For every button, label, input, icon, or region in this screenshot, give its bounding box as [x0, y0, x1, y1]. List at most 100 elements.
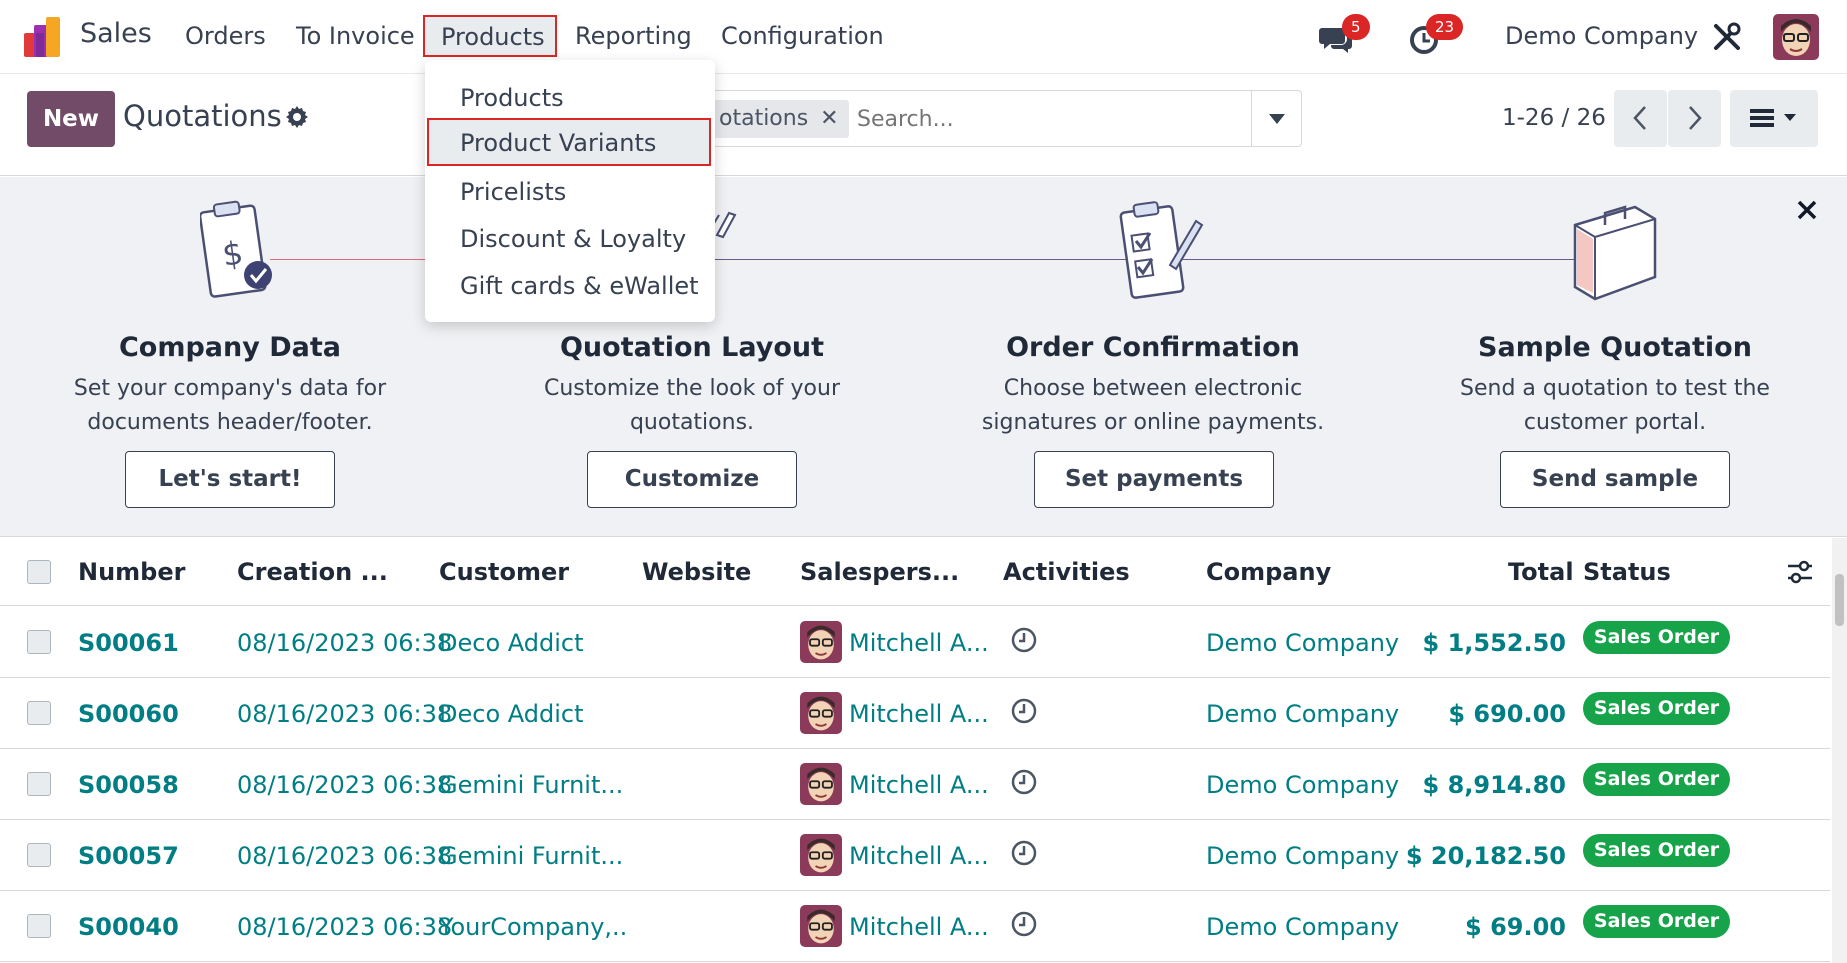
status-badge: Sales Order: [1583, 905, 1730, 938]
send-sample-button[interactable]: Send sample: [1500, 451, 1730, 508]
app-name[interactable]: Sales: [80, 18, 152, 49]
table-row[interactable]: S00061 08/16/2023 06:38 Deco Addict Mitchel…: [0, 607, 1830, 678]
tools-icon[interactable]: [1712, 22, 1742, 52]
cell-creation-date[interactable]: 08/16/2023 06:38: [237, 771, 452, 799]
nav-configuration[interactable]: Configuration: [721, 22, 884, 50]
scrollbar-thumb[interactable]: [1835, 574, 1844, 626]
nav-to-invoice[interactable]: To Invoice: [296, 22, 415, 50]
cell-creation-date[interactable]: 08/16/2023 06:38: [237, 700, 452, 728]
cell-number[interactable]: S00061: [78, 629, 179, 657]
optional-columns-icon[interactable]: [1786, 558, 1814, 586]
activity-button[interactable]: [1010, 626, 1038, 654]
cell-creation-date[interactable]: 08/16/2023 06:38: [237, 629, 452, 657]
table-row[interactable]: S00040 08/16/2023 06:38 YourCompany,... Mit…: [0, 891, 1830, 962]
menu-item-products[interactable]: Products: [460, 84, 564, 112]
menu-item-gift-cards[interactable]: Gift cards & eWallet: [460, 272, 699, 300]
cell-company[interactable]: Demo Company: [1206, 842, 1399, 870]
row-checkbox[interactable]: [27, 914, 51, 938]
close-icon[interactable]: [1796, 199, 1818, 221]
table-row[interactable]: S00058 08/16/2023 06:38 Gemini Furnit... Mi…: [0, 749, 1830, 820]
nav-orders[interactable]: Orders: [185, 22, 266, 50]
filter-facet[interactable]: otations ✕: [707, 100, 849, 138]
chevron-right-icon: [1689, 106, 1702, 130]
cell-salesperson[interactable]: Mitchell A...: [849, 842, 989, 870]
cell-total[interactable]: $ 1,552.50: [1380, 629, 1566, 657]
column-salesperson[interactable]: Salespers...: [800, 558, 959, 586]
cell-customer[interactable]: Gemini Furnit...: [439, 771, 629, 799]
customize-button[interactable]: Customize: [587, 451, 797, 508]
column-website[interactable]: Website: [642, 558, 751, 586]
activity-button[interactable]: [1010, 910, 1038, 938]
cell-number[interactable]: S00060: [78, 700, 179, 728]
menu-item-discount-loyalty[interactable]: Discount & Loyalty: [460, 225, 686, 253]
cell-number[interactable]: S00058: [78, 771, 179, 799]
column-status[interactable]: Status: [1583, 558, 1671, 586]
cell-company[interactable]: Demo Company: [1206, 913, 1399, 941]
activity-button[interactable]: [1010, 839, 1038, 867]
salesperson-avatar: [800, 905, 842, 947]
cell-total[interactable]: $ 690.00: [1380, 700, 1566, 728]
activities-button[interactable]: 23: [1408, 14, 1464, 58]
filter-facet-label: otations: [719, 106, 809, 131]
cell-total[interactable]: $ 8,914.80: [1380, 771, 1566, 799]
activity-button[interactable]: [1010, 768, 1038, 796]
set-payments-button[interactable]: Set payments: [1034, 451, 1274, 508]
cell-total[interactable]: $ 69.00: [1380, 913, 1566, 941]
remove-facet-icon[interactable]: ✕: [820, 106, 838, 131]
column-company[interactable]: Company: [1206, 558, 1331, 586]
cell-salesperson[interactable]: Mitchell A...: [849, 700, 989, 728]
cell-customer[interactable]: YourCompany,...: [439, 913, 629, 941]
menu-item-product-variants[interactable]: Product Variants: [427, 118, 711, 166]
company-switcher[interactable]: Demo Company: [1505, 22, 1698, 50]
cell-salesperson[interactable]: Mitchell A...: [849, 771, 989, 799]
select-all-checkbox[interactable]: [27, 560, 51, 584]
cell-company[interactable]: Demo Company: [1206, 629, 1399, 657]
column-number[interactable]: Number: [78, 558, 185, 586]
user-avatar[interactable]: [1773, 14, 1819, 60]
search-options-toggle[interactable]: [1251, 91, 1301, 146]
activity-button[interactable]: [1010, 697, 1038, 725]
column-total[interactable]: Total: [1508, 558, 1574, 586]
cell-customer[interactable]: Deco Addict: [439, 629, 629, 657]
column-customer[interactable]: Customer: [439, 558, 569, 586]
cell-number[interactable]: S00057: [78, 842, 179, 870]
pager-previous-button[interactable]: [1614, 90, 1667, 147]
cell-company[interactable]: Demo Company: [1206, 700, 1399, 728]
checklist-clipboard-icon: [1119, 201, 1204, 299]
row-checkbox[interactable]: [27, 843, 51, 867]
products-dropdown-menu: Products Product Variants Pricelists Dis…: [425, 60, 715, 322]
sales-app-icon[interactable]: [24, 17, 66, 57]
top-navbar: Sales Orders To Invoice Products Reporti…: [0, 0, 1847, 74]
cell-total[interactable]: $ 20,182.50: [1380, 842, 1566, 870]
salesperson-avatar: [800, 621, 842, 663]
column-activities[interactable]: Activities: [1003, 558, 1130, 586]
gear-icon[interactable]: [285, 105, 309, 129]
nav-reporting[interactable]: Reporting: [575, 22, 692, 50]
lets-start-button[interactable]: Let's start!: [125, 451, 335, 508]
pager-value[interactable]: 1-26 / 26: [1502, 105, 1606, 131]
cell-company[interactable]: Demo Company: [1206, 771, 1399, 799]
list-view-switcher[interactable]: [1730, 90, 1818, 147]
cell-creation-date[interactable]: 08/16/2023 06:38: [237, 842, 452, 870]
vertical-scrollbar[interactable]: [1832, 538, 1847, 963]
cell-number[interactable]: S00040: [78, 913, 179, 941]
new-button[interactable]: New: [27, 91, 115, 147]
cell-salesperson[interactable]: Mitchell A...: [849, 629, 989, 657]
page-title: Quotations: [123, 99, 282, 133]
messages-button[interactable]: 5: [1318, 14, 1370, 58]
cell-salesperson[interactable]: Mitchell A...: [849, 913, 989, 941]
column-creation-date[interactable]: Creation ...: [237, 558, 388, 586]
cell-customer[interactable]: Deco Addict: [439, 700, 629, 728]
pager-next-button[interactable]: [1668, 90, 1721, 147]
table-row[interactable]: S00060 08/16/2023 06:38 Deco Addict Mitchel…: [0, 678, 1830, 749]
control-panel: New Quotations otations ✕ 1-26 / 26: [0, 75, 1847, 176]
row-checkbox[interactable]: [27, 772, 51, 796]
row-checkbox[interactable]: [27, 701, 51, 725]
cell-creation-date[interactable]: 08/16/2023 06:38: [237, 913, 452, 941]
menu-item-pricelists[interactable]: Pricelists: [460, 178, 566, 206]
search-input[interactable]: [857, 100, 1237, 138]
cell-customer[interactable]: Gemini Furnit...: [439, 842, 629, 870]
row-checkbox[interactable]: [27, 630, 51, 654]
nav-products[interactable]: Products: [423, 15, 557, 57]
table-row[interactable]: S00057 08/16/2023 06:38 Gemini Furnit... Mi…: [0, 820, 1830, 891]
